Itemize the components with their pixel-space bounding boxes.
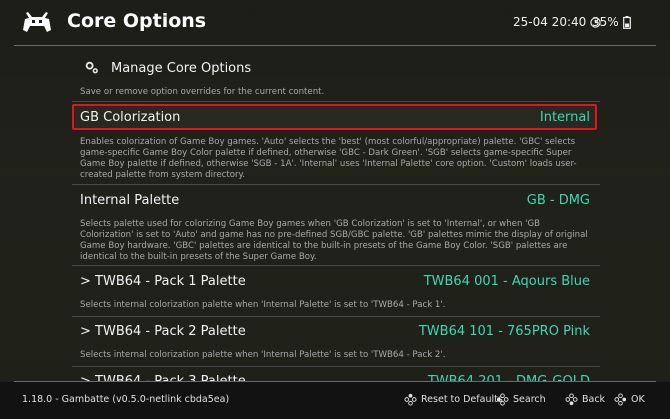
divider xyxy=(72,265,600,266)
option-gb-colorization[interactable]: GB Colorization Internal xyxy=(72,104,600,130)
reset-label: Reset to Defaults xyxy=(421,394,503,405)
option-value: TWB64 001 - Aqours Blue xyxy=(423,274,590,289)
clock: 25-04 20:40 xyxy=(513,15,601,29)
divider xyxy=(72,101,600,102)
manage-core-options-label: Manage Core Options xyxy=(111,61,252,76)
search-label: Search xyxy=(513,394,546,405)
option-twb64-pack2[interactable]: > TWB64 - Pack 2 Palette TWB64 101 - 765… xyxy=(72,320,600,344)
back-button[interactable]: Back xyxy=(565,393,605,406)
divider xyxy=(72,366,600,367)
divider xyxy=(72,316,600,317)
option-description: Selects palette used for colorizing Game… xyxy=(80,219,588,262)
controller-buttons-icon xyxy=(614,393,627,406)
option-label: GB Colorization xyxy=(80,110,181,125)
search-button[interactable]: Search xyxy=(496,393,546,406)
option-internal-palette[interactable]: Internal Palette GB - DMG xyxy=(72,189,600,213)
battery-icon xyxy=(622,15,631,29)
manage-core-options-desc: Save or remove option overrides for the … xyxy=(80,87,325,97)
reset-to-defaults-button[interactable]: Reset to Defaults xyxy=(404,393,503,406)
battery-percent: 35% xyxy=(592,15,619,29)
back-label: Back xyxy=(582,394,606,405)
ok-button[interactable]: OK xyxy=(614,393,645,406)
controller-buttons-icon xyxy=(496,393,509,406)
option-description: Enables colorization of Game Boy games. … xyxy=(80,137,577,180)
controller-buttons-icon xyxy=(404,393,417,406)
option-twb64-pack1[interactable]: > TWB64 - Pack 1 Palette TWB64 001 - Aqo… xyxy=(72,270,600,294)
battery-status: 35% xyxy=(592,15,631,29)
core-version: 1.18.0 - Gambatte (v0.5.0-netlink cbda5e… xyxy=(22,394,230,405)
gear-icon xyxy=(85,61,98,74)
header-bar: Core Options 25-04 20:40 35% xyxy=(0,0,670,46)
divider xyxy=(72,184,600,185)
ok-label: OK xyxy=(631,394,645,405)
retroarch-logo-icon xyxy=(23,12,51,32)
option-value: Internal xyxy=(539,110,590,125)
option-value: TWB64 101 - 765PRO Pink xyxy=(418,324,590,339)
option-label: > TWB64 - Pack 1 Palette xyxy=(80,274,246,289)
controller-buttons-icon xyxy=(565,393,578,406)
option-description: Selects internal colorization palette wh… xyxy=(80,350,446,360)
page-title: Core Options xyxy=(67,10,207,32)
option-value: GB - DMG xyxy=(526,193,590,208)
option-label: > TWB64 - Pack 2 Palette xyxy=(80,324,246,339)
option-label: Internal Palette xyxy=(80,193,180,208)
datetime-text: 25-04 20:40 xyxy=(513,15,587,29)
footer-bar: 1.18.0 - Gambatte (v0.5.0-netlink cbda5e… xyxy=(0,382,670,419)
manage-core-options-item[interactable]: Manage Core Options xyxy=(80,58,600,80)
option-description: Selects internal colorization palette wh… xyxy=(80,300,446,310)
header-divider xyxy=(14,45,656,46)
